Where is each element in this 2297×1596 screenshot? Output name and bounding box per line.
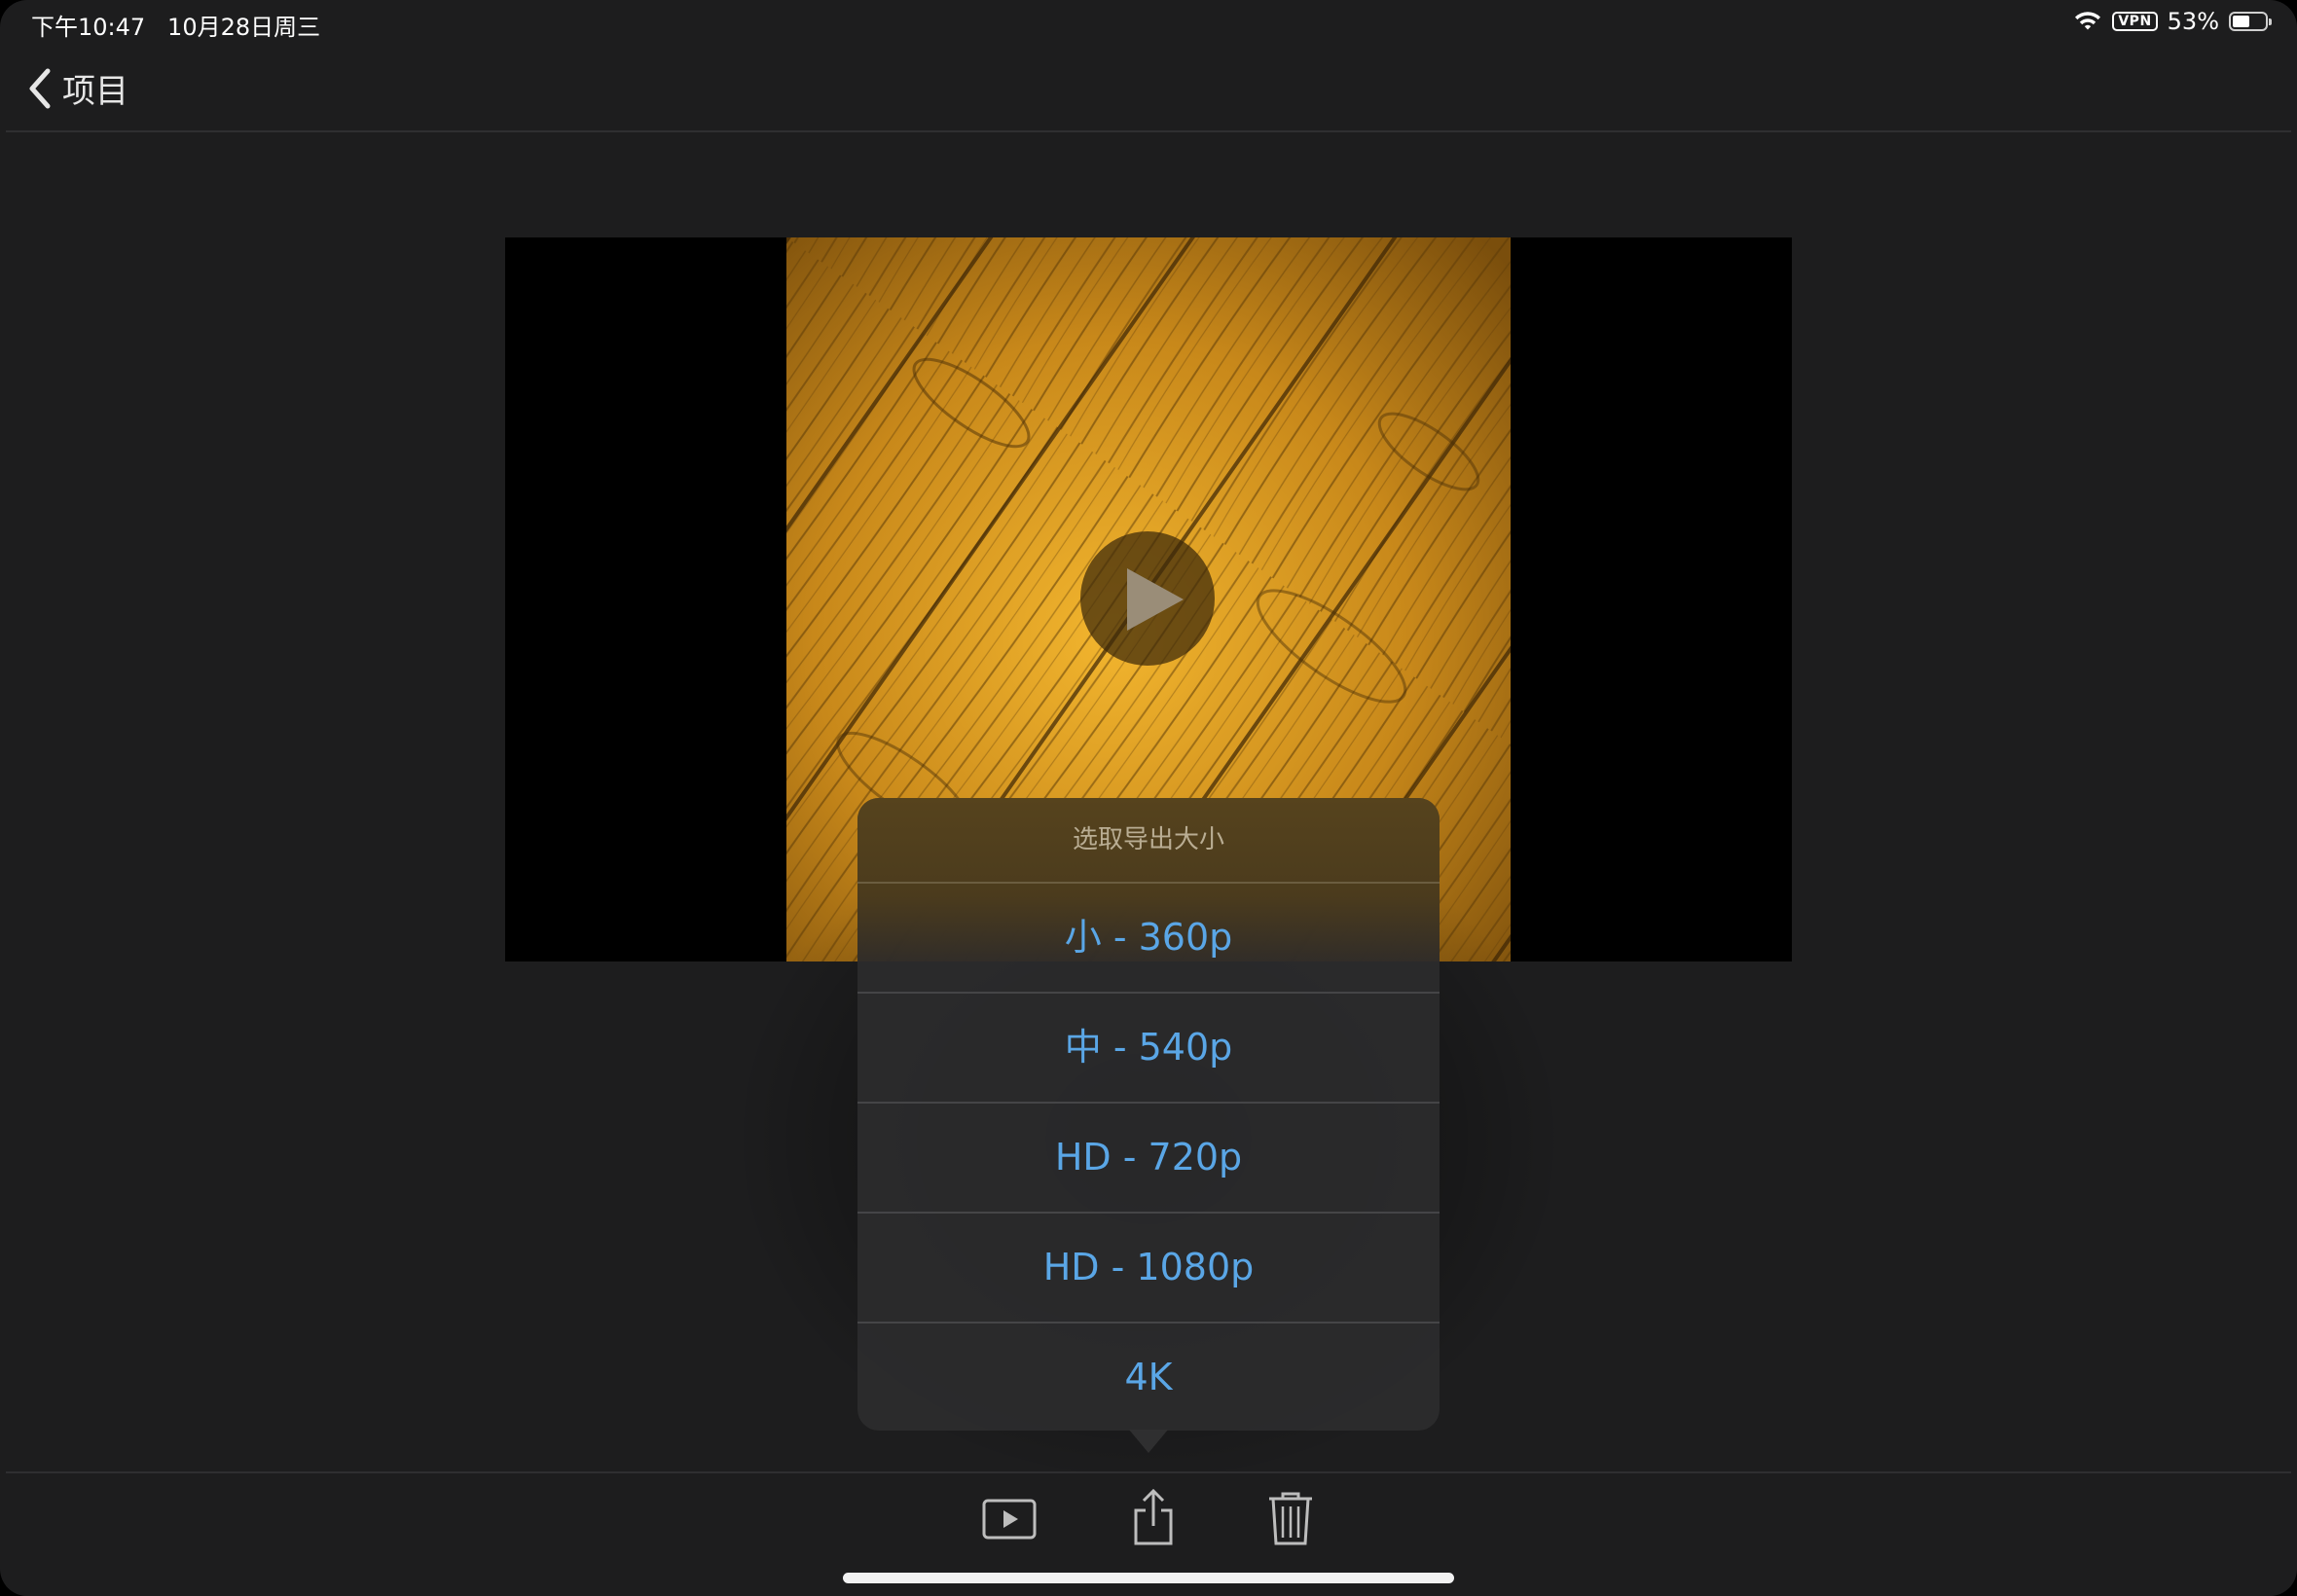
battery-icon [2229,12,2272,31]
delete-button[interactable] [1261,1489,1320,1547]
play-movie-button[interactable] [980,1489,1039,1547]
export-option-1080p[interactable]: HD - 1080p [857,1214,1440,1324]
navigation-bar: 项目 [6,47,2291,132]
popover-arrow [1129,1430,1168,1453]
back-label: 项目 [62,72,128,111]
trash-icon [1269,1492,1312,1545]
battery-fill [2233,16,2249,27]
status-bar: 下午10:47 10月28日周三 VPN 53% [0,0,2297,47]
back-button[interactable]: 项目 [27,64,128,112]
export-options: 小 - 360p 中 - 540p HD - 720p HD - 1080p 4… [857,884,1440,1431]
share-button[interactable] [1124,1488,1183,1547]
app-screen: 下午10:47 10月28日周三 VPN 53% 项目 选取导出大小 小 - 3… [0,0,2297,1596]
home-indicator[interactable] [843,1573,1454,1583]
export-size-popover: 选取导出大小 小 - 360p 中 - 540p HD - 720p HD - … [857,798,1440,1431]
share-icon [1134,1488,1173,1545]
export-option-540p[interactable]: 中 - 540p [857,994,1440,1104]
popover-title: 选取导出大小 [857,798,1440,884]
status-indicators: VPN 53% [2073,8,2272,35]
vpn-badge: VPN [2112,12,2158,31]
play-movie-icon [982,1499,1037,1540]
battery-cap [2269,18,2272,25]
export-option-360p[interactable]: 小 - 360p [857,884,1440,994]
play-icon [1127,568,1184,631]
play-button[interactable] [1080,531,1215,666]
status-time: 下午10:47 10月28日周三 [31,14,321,41]
export-option-4k[interactable]: 4K [857,1324,1440,1431]
battery-percent: 53% [2167,8,2219,35]
chevron-left-icon [29,68,51,108]
export-option-720p[interactable]: HD - 720p [857,1104,1440,1214]
wifi-icon [2075,12,2101,30]
